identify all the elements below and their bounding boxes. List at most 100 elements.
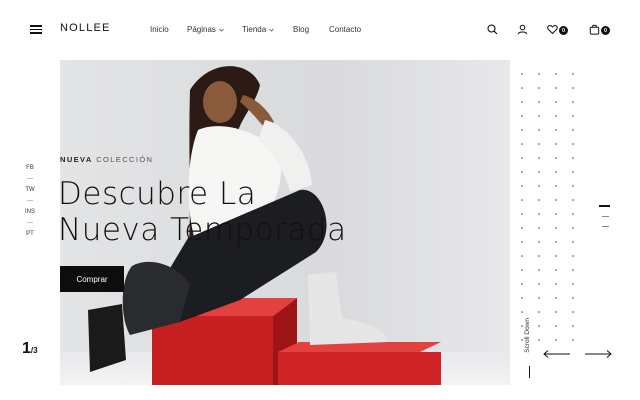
slide-indicators [599,205,610,236]
pattern-dot [555,129,557,131]
pattern-dot [521,283,523,285]
nav-item-tienda[interactable]: Tienda [242,25,274,34]
pattern-dot [521,297,523,299]
pattern-dot [572,199,574,201]
nav-item-paginas[interactable]: Páginas [187,25,224,34]
pattern-dot [538,171,540,173]
social-link-pt[interactable]: PT [22,230,38,238]
pattern-dot [555,283,557,285]
pattern-dot [538,199,540,201]
slide-indicator[interactable] [602,215,609,217]
pattern-dot [572,297,574,299]
pattern-dot [521,339,523,341]
social-link-ins[interactable]: INS [22,208,38,216]
pattern-dot [555,87,557,89]
pattern-dot [555,241,557,243]
nav-label: Tienda [242,25,267,34]
social-separator: — [27,220,33,226]
pattern-dot [572,157,574,159]
pattern-dot [538,73,540,75]
nav-label: Inicio [150,25,169,34]
slide-total: /3 [30,346,38,355]
pattern-dot [521,227,523,229]
pattern-dot [538,297,540,299]
pattern-dot [572,241,574,243]
pattern-dot [521,185,523,187]
arrow-left-icon[interactable] [543,349,571,359]
eyebrow-rest: COLECCIÓN [96,155,154,164]
nav-label: Páginas [187,25,216,34]
nav-item-inicio[interactable]: Inicio [150,25,169,34]
pattern-dot [521,101,523,103]
pattern-dot [555,213,557,215]
pattern-dot [572,143,574,145]
pattern-dot [555,269,557,271]
hero-headline: Descubre La Nueva Temporada [58,176,347,248]
user-icon[interactable] [517,24,528,35]
slide-counter: 1/3 [22,340,38,358]
nav-label: Blog [293,25,310,34]
pattern-dot [572,227,574,229]
pattern-dot [572,325,574,327]
pattern-dot [555,339,557,341]
arrow-right-icon[interactable] [584,349,612,359]
pattern-dot [572,129,574,131]
nav-item-contacto[interactable]: Contacto [329,25,361,34]
pattern-dot [555,199,557,201]
pattern-dot [572,213,574,215]
scroll-down-line [529,366,530,378]
pattern-dot [521,255,523,257]
pattern-dot [521,157,523,159]
pattern-dot [538,283,540,285]
brand-logo[interactable]: NOLLEE [60,22,111,34]
pattern-dot [572,171,574,173]
pattern-dot [521,115,523,117]
pattern-dot [538,227,540,229]
pattern-dot [555,73,557,75]
pattern-dot [538,143,540,145]
pattern-dot [555,297,557,299]
pattern-dot [521,87,523,89]
eyebrow-bold: NUEVA [60,155,93,164]
scroll-down-label: Scroll Down [524,318,531,353]
bag-icon[interactable] [589,24,600,35]
wishlist-count-badge: 0 [559,26,568,35]
nav-item-blog[interactable]: Blog [293,25,309,34]
search-icon[interactable] [487,24,498,35]
pattern-dot [521,171,523,173]
slide-indicator[interactable] [602,225,609,227]
pattern-dot [538,213,540,215]
pattern-dot [572,73,574,75]
pattern-dot [538,241,540,243]
social-link-fb[interactable]: FB [22,164,38,172]
pattern-dot [538,157,540,159]
pattern-dot [555,157,557,159]
pattern-dot [538,129,540,131]
scroll-down[interactable]: Scroll Down [524,318,536,378]
pattern-dot [538,311,540,313]
shop-now-button[interactable]: Comprar [60,266,124,292]
pattern-dot [572,87,574,89]
chevron-down-icon [219,28,224,32]
pattern-dot [555,227,557,229]
pattern-dot [521,73,523,75]
pattern-dot [555,143,557,145]
pattern-dot [572,283,574,285]
social-link-tw[interactable]: TW [22,186,38,194]
site-header: NOLLEE Inicio Páginas Tienda Blog Contac… [0,0,640,60]
pattern-dot [572,269,574,271]
pattern-dot [538,255,540,257]
pattern-dot [521,213,523,215]
pattern-dot [538,101,540,103]
menu-icon[interactable] [30,25,42,34]
cart-count-badge: 0 [601,26,610,35]
pattern-dot [538,115,540,117]
pattern-dot [538,87,540,89]
headline-line-2: Nueva Temporada [58,212,347,248]
pattern-dot [521,129,523,131]
heart-icon[interactable] [547,24,558,35]
pattern-dot [538,269,540,271]
pattern-dot [555,115,557,117]
slide-indicator-active[interactable] [599,205,610,207]
pattern-dot [521,241,523,243]
